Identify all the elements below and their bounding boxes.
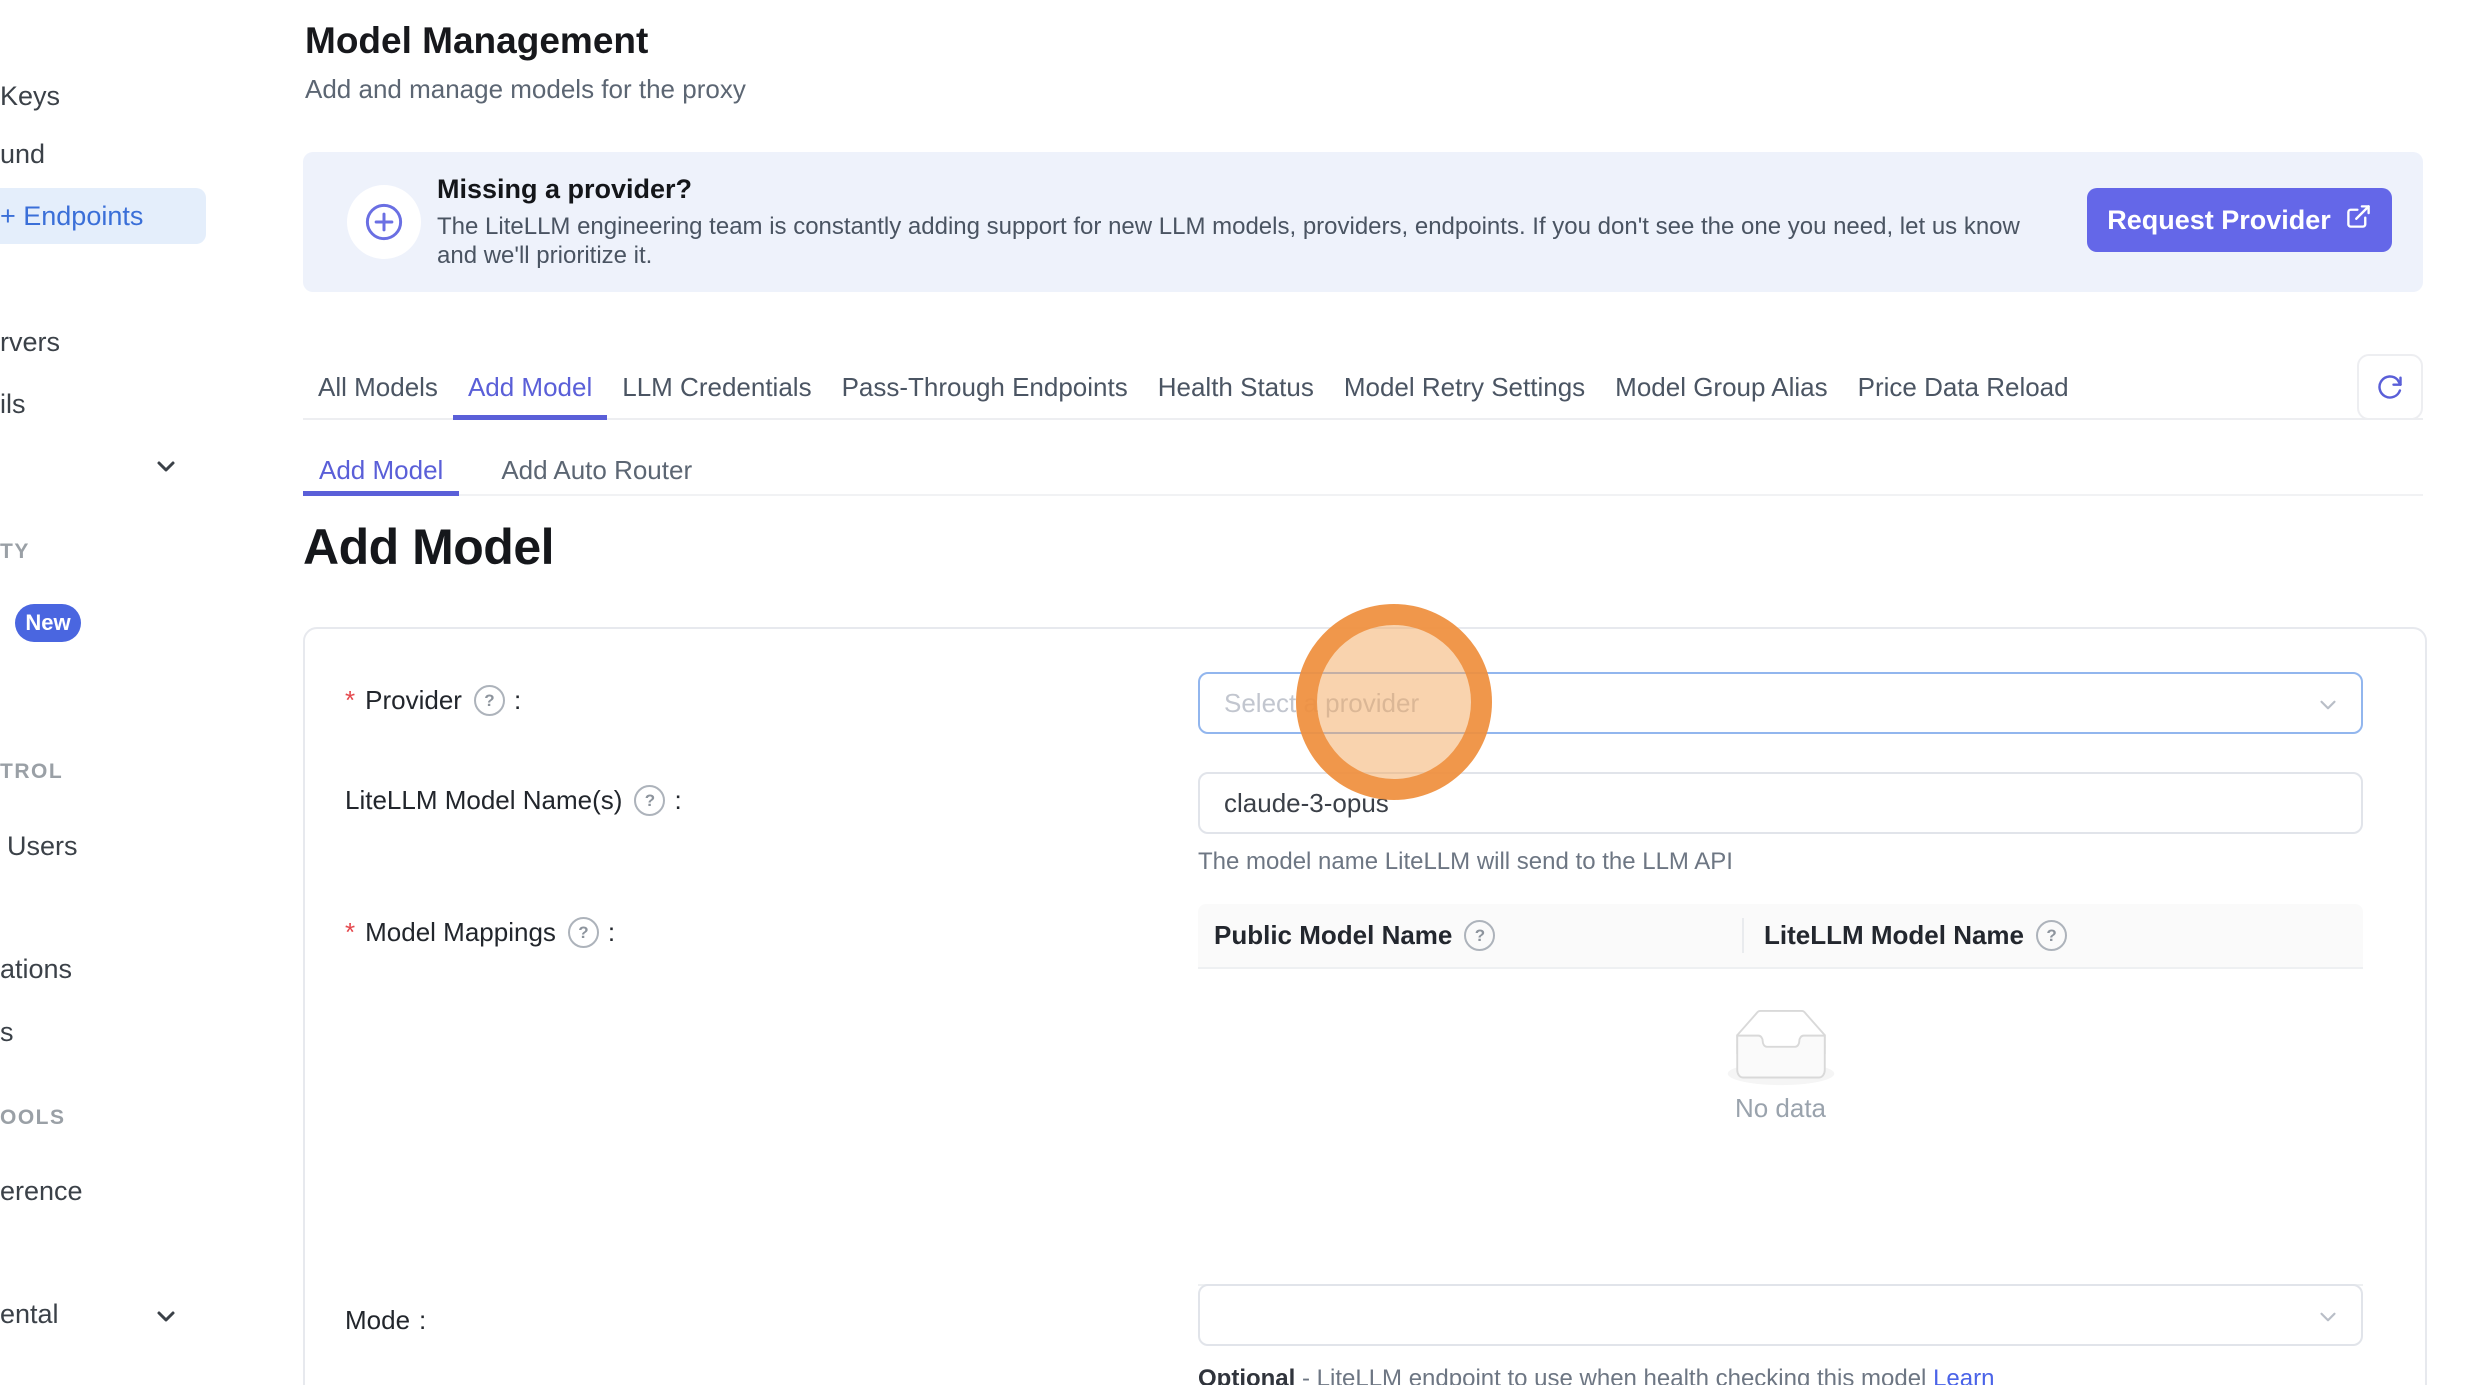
help-icon[interactable]: ?: [474, 685, 505, 716]
sidebar-item[interactable]: s: [0, 1016, 14, 1048]
sidebar-item[interactable]: Users: [7, 830, 78, 862]
table-header: Public Model Name ? LiteLLM Model Name ?: [1198, 904, 2363, 969]
tab-llm-credentials[interactable]: LLM Credentials: [607, 356, 826, 418]
mode-select[interactable]: [1198, 1284, 2363, 1346]
add-model-subtabs: Add Model Add Auto Router: [303, 446, 2423, 496]
tab-all-models[interactable]: All Models: [303, 356, 453, 418]
plus-circle-icon: [347, 185, 421, 259]
sidebar-section-label: OOLS: [0, 1106, 66, 1130]
sidebar-item[interactable]: erence: [0, 1175, 83, 1207]
request-provider-button[interactable]: Request Provider: [2087, 188, 2392, 252]
sidebar-item-label: + Endpoints: [0, 201, 143, 232]
model-tabs: All Models Add Model LLM Credentials Pas…: [303, 356, 2423, 420]
help-icon[interactable]: ?: [634, 785, 665, 816]
tab-model-retry-settings[interactable]: Model Retry Settings: [1329, 356, 1600, 418]
sidebar-item[interactable]: rvers: [0, 326, 60, 358]
sidebar-item[interactable]: Keys: [0, 80, 60, 112]
provider-label: Provider: [365, 685, 462, 716]
subtab-add-model[interactable]: Add Model: [303, 446, 459, 494]
sidebar-item[interactable]: und: [0, 138, 45, 170]
help-icon[interactable]: ?: [1464, 920, 1495, 951]
provider-label-row: * Provider ? :: [345, 685, 521, 716]
mode-helper: Optional - LiteLLM endpoint to use when …: [1198, 1365, 1994, 1385]
sidebar-item[interactable]: ils: [0, 388, 26, 420]
chevron-down-icon: [2315, 1304, 2341, 1337]
model-management-page: Keys und + Endpoints rvers ils TY New TR…: [0, 0, 2477, 1385]
tab-model-group-alias[interactable]: Model Group Alias: [1600, 356, 1842, 418]
add-model-form-card: * Provider ? : Select a provider LiteLLM…: [303, 627, 2427, 1385]
tab-pass-through-endpoints[interactable]: Pass-Through Endpoints: [827, 356, 1143, 418]
model-mappings-table: Public Model Name ? LiteLLM Model Name ?: [1198, 904, 2363, 1286]
chevron-down-icon[interactable]: [150, 450, 182, 482]
chevron-down-icon[interactable]: [150, 1300, 182, 1332]
new-badge: New: [15, 604, 81, 642]
refresh-icon: [2376, 373, 2404, 401]
help-icon[interactable]: ?: [568, 917, 599, 948]
mode-label-row: Mode :: [345, 1305, 426, 1336]
sidebar-item[interactable]: ations: [0, 953, 72, 985]
refresh-button[interactable]: [2357, 354, 2423, 420]
public-model-name-header: Public Model Name ?: [1198, 904, 1744, 967]
page-subtitle: Add and manage models for the proxy: [305, 74, 746, 105]
section-heading: Add Model: [303, 518, 554, 576]
sidebar-section-label: TROL: [0, 760, 63, 784]
subtab-add-auto-router[interactable]: Add Auto Router: [485, 446, 708, 494]
page-title: Model Management: [305, 20, 648, 62]
tab-add-model[interactable]: Add Model: [453, 356, 607, 418]
sidebar-item[interactable]: ental: [0, 1298, 59, 1330]
banner-title: Missing a provider?: [437, 174, 692, 205]
model-mappings-label: Model Mappings: [365, 917, 556, 948]
model-mappings-label-row: * Model Mappings ? :: [345, 917, 615, 948]
sidebar-section-label: TY: [0, 540, 30, 564]
required-asterisk: *: [345, 917, 355, 948]
external-link-icon: [2345, 203, 2372, 237]
sidebar-item-models-endpoints[interactable]: + Endpoints: [0, 188, 206, 244]
learn-more-link[interactable]: Learn: [1933, 1365, 1994, 1385]
banner-body: The LiteLLM engineering team is constant…: [437, 212, 2037, 270]
mode-label: Mode: [345, 1305, 410, 1336]
model-name-label-row: LiteLLM Model Name(s) ? :: [345, 785, 682, 816]
chevron-down-icon: [2315, 692, 2341, 725]
inbox-icon: [1720, 1009, 1842, 1087]
empty-state: No data: [1198, 1009, 2363, 1286]
model-name-input[interactable]: [1198, 772, 2363, 834]
help-icon[interactable]: ?: [2036, 920, 2067, 951]
provider-select[interactable]: Select a provider: [1198, 672, 2363, 734]
missing-provider-banner: Missing a provider? The LiteLLM engineer…: [303, 152, 2423, 292]
model-name-label: LiteLLM Model Name(s): [345, 785, 622, 816]
provider-placeholder: Select a provider: [1224, 688, 1419, 719]
no-data-text: No data: [1198, 1093, 2363, 1124]
tab-health-status[interactable]: Health Status: [1143, 356, 1329, 418]
tab-price-data-reload[interactable]: Price Data Reload: [1843, 356, 2084, 418]
litellm-model-name-header: LiteLLM Model Name ?: [1744, 904, 2363, 967]
required-asterisk: *: [345, 685, 355, 716]
model-name-helper: The model name LiteLLM will send to the …: [1198, 848, 1733, 876]
